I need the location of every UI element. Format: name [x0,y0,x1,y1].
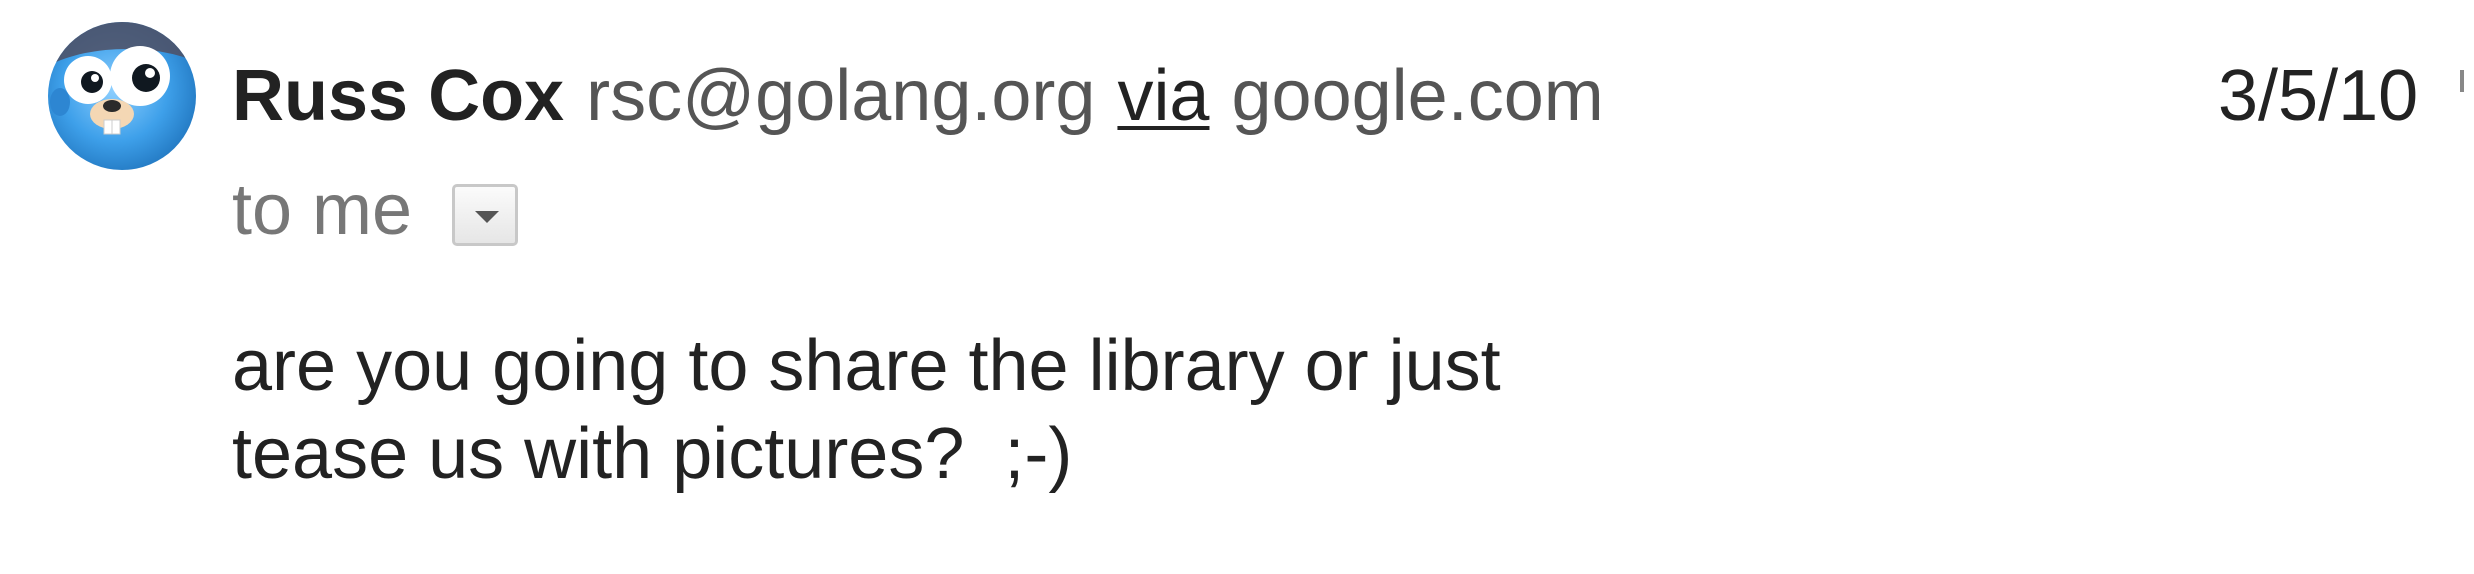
sender-line: Russ Cox rsc@golang.org via google.com [232,54,1604,138]
sender-avatar[interactable] [48,22,196,170]
sender-email: rsc@golang.org [586,56,1096,136]
show-details-button[interactable] [452,184,518,246]
sender-name[interactable]: Russ Cox [232,56,564,136]
gopher-avatar-icon [48,22,196,170]
chevron-down-icon [475,211,499,223]
recipients-label: to me [232,170,413,250]
message-date: 3/5/10 [2218,56,2419,136]
message-body-line: are you going to share the library or ju… [232,326,1501,406]
via-link[interactable]: via [1117,56,1209,136]
message-body-line: tease us with pictures? ;-) [232,414,1073,494]
via-domain: google.com [1231,56,1604,136]
clipped-edge-fragment [2460,70,2464,92]
